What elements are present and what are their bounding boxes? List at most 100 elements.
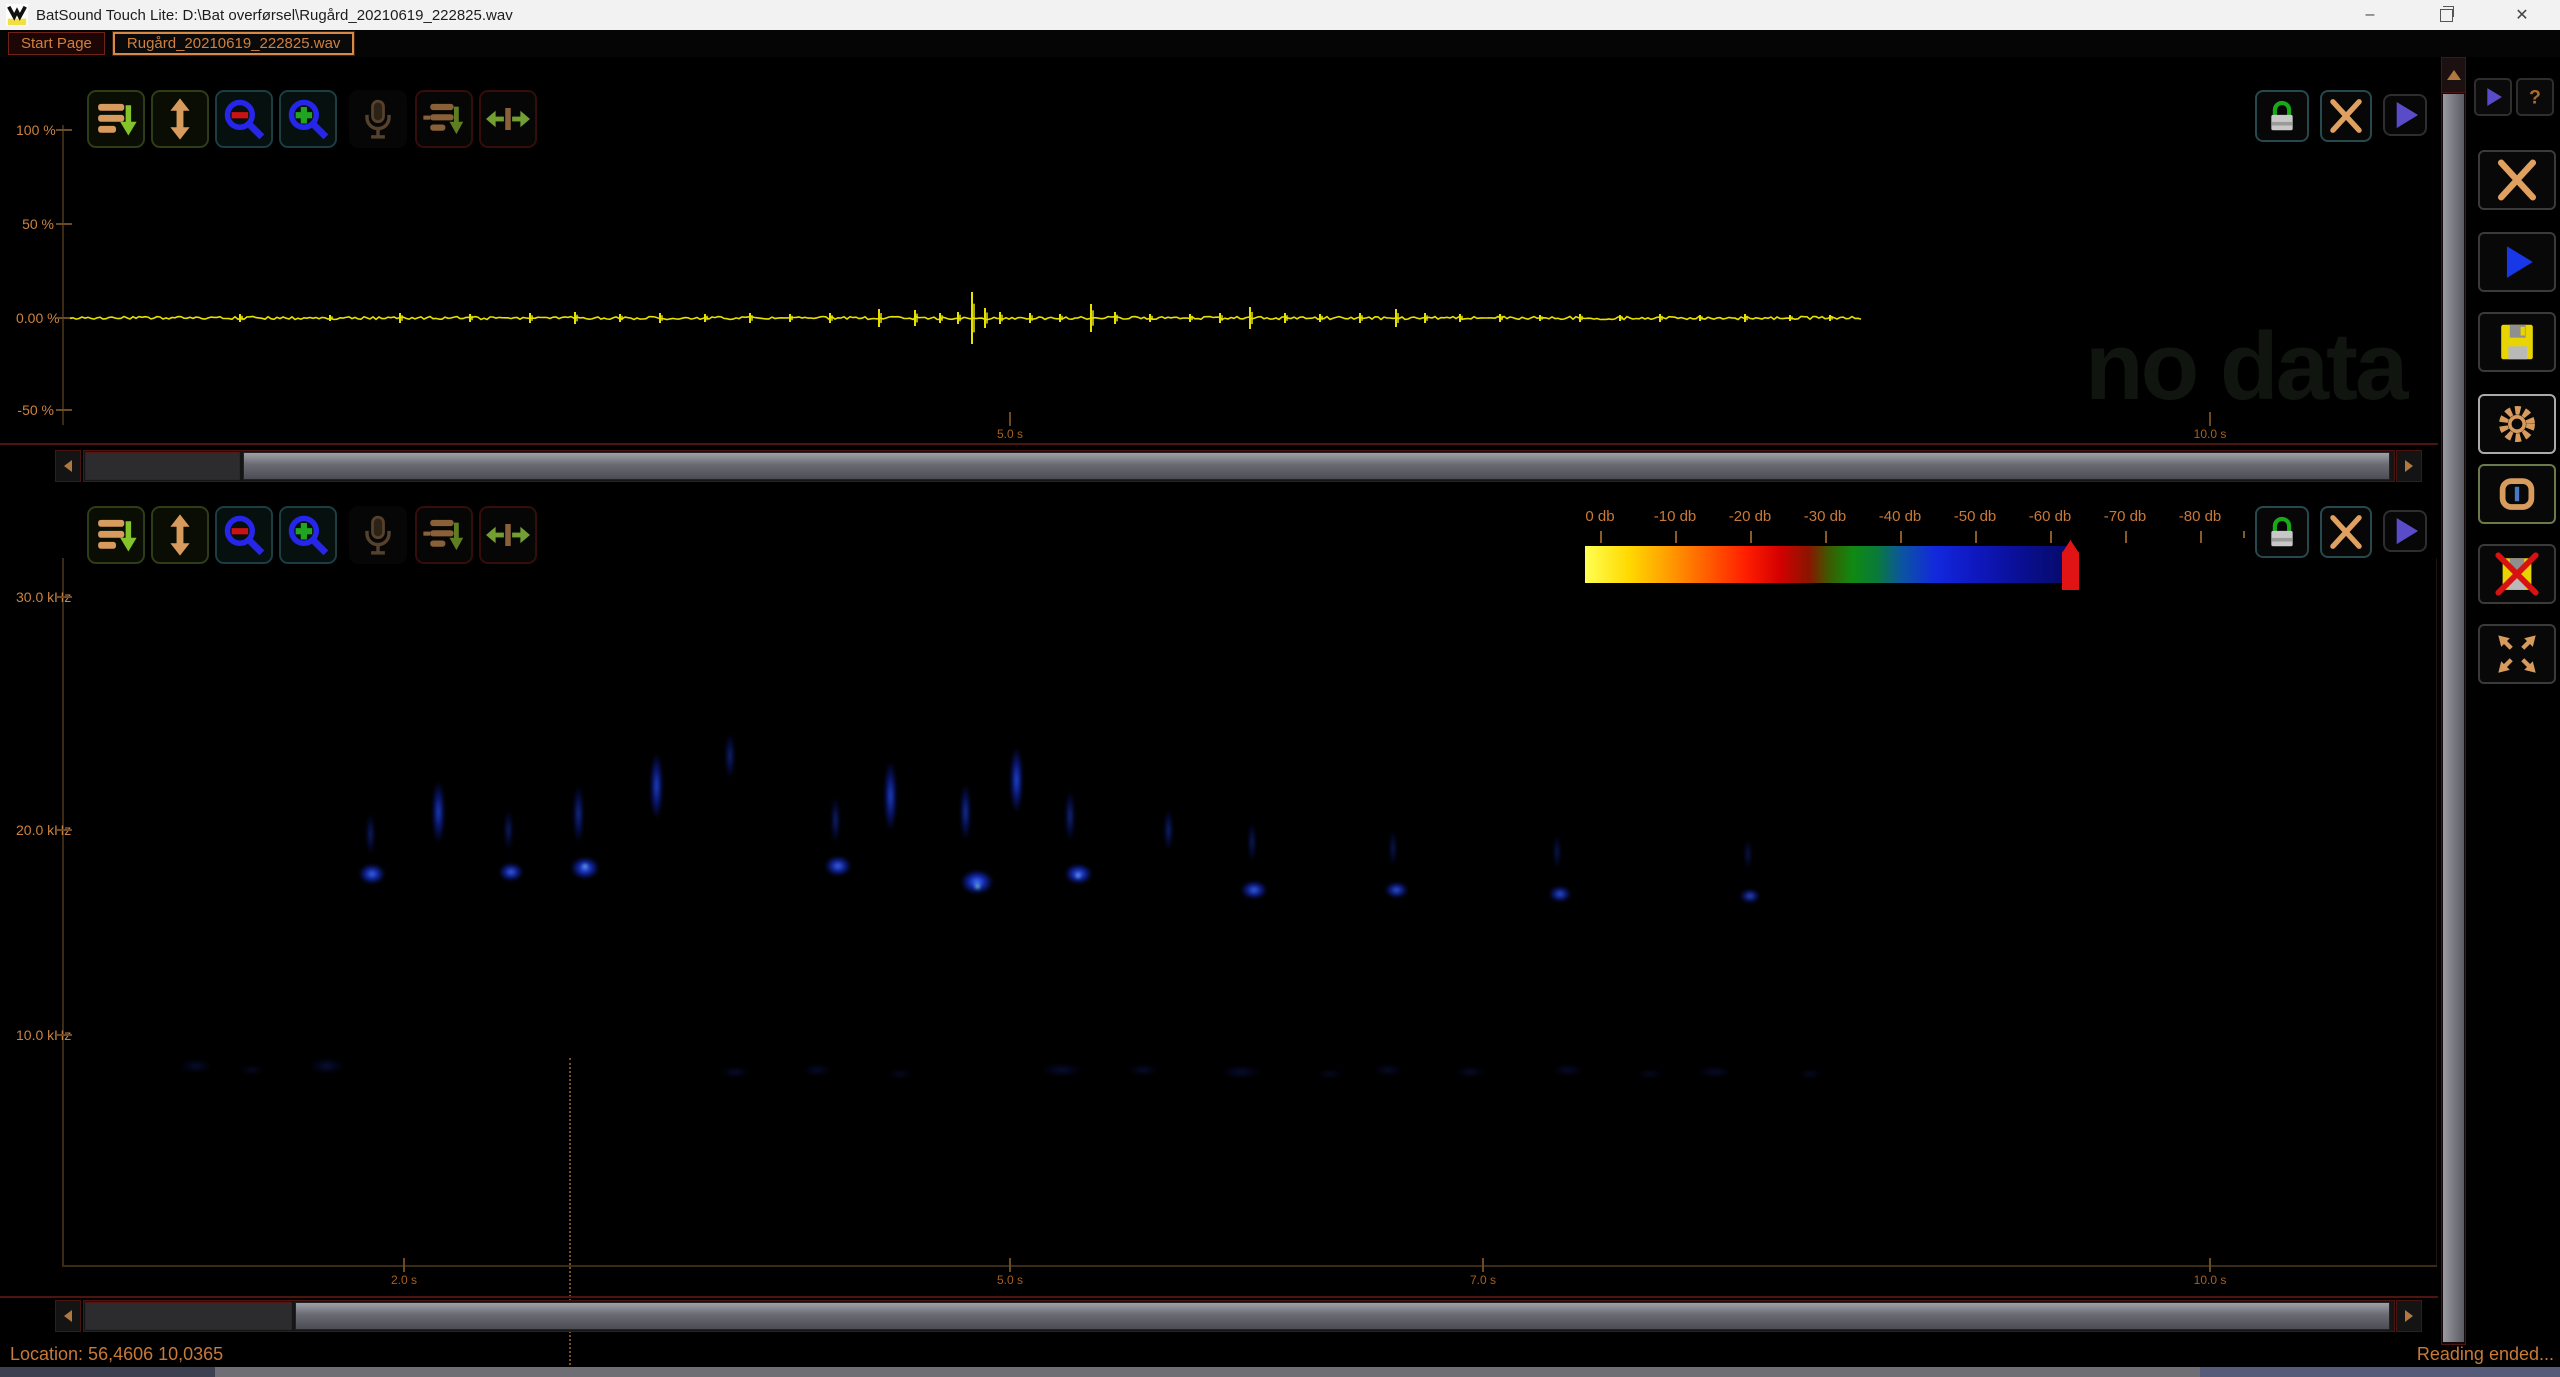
bat-call-blob: [1075, 873, 1081, 879]
close-x-icon: [2494, 157, 2540, 203]
lock-button[interactable]: [2255, 90, 2309, 142]
colorbar-gradient: [1585, 546, 2072, 583]
bat-call-blob: [650, 753, 663, 819]
close-x-button[interactable]: [2320, 90, 2372, 142]
y-axis-tick: [56, 829, 72, 831]
fit-selection-button[interactable]: [415, 506, 473, 564]
scrollbar-empty-region[interactable]: [85, 1302, 292, 1330]
fit-selection-icon: [422, 97, 466, 141]
scroll-left-button[interactable]: [55, 1300, 81, 1332]
close-x-button[interactable]: [2320, 506, 2372, 558]
scroll-left-button[interactable]: [55, 450, 81, 482]
x-axis-label: 2.0 s: [391, 1273, 417, 1287]
bat-call-blob: [974, 883, 981, 890]
sidebar-settings-gear-button[interactable]: [2478, 394, 2556, 454]
noise-blob: [1637, 1069, 1663, 1079]
close-x-icon: [2327, 513, 2365, 551]
play-purple-button[interactable]: [2474, 78, 2512, 116]
noise-blob: [720, 1066, 750, 1078]
zoom-in-button[interactable]: [279, 90, 337, 148]
bat-call-blob: [432, 781, 445, 843]
bat-call-blob: [1740, 889, 1760, 903]
sidebar-save-button[interactable]: [2478, 312, 2556, 372]
colorbar-db-label: -40 db: [1879, 508, 1922, 525]
bat-call-blob: [725, 733, 735, 779]
scroll-right-button[interactable]: [2396, 450, 2422, 482]
help-icon: ?: [2522, 84, 2548, 110]
fit-amplitude-icon: [94, 513, 138, 557]
sidebar-play-blue-button[interactable]: [2478, 232, 2556, 292]
play-purple-button[interactable]: [2383, 510, 2427, 552]
vertical-scrollbar-thumb[interactable]: [2443, 94, 2464, 1342]
scrollbar-empty-region[interactable]: [85, 452, 240, 480]
noise-blob: [887, 1069, 913, 1079]
pan-horizontal-icon: [486, 97, 530, 141]
y-axis-label: 10.0 kHz: [16, 1027, 54, 1043]
sidebar-expand-button[interactable]: [2478, 624, 2556, 684]
lock-button[interactable]: [2255, 506, 2309, 558]
bat-call-blob: [1065, 791, 1075, 841]
colorbar-tick: [1750, 531, 1752, 543]
bat-call-blob: [582, 863, 588, 869]
bat-call-blob: [1164, 809, 1173, 851]
microphone-button[interactable]: [349, 90, 407, 148]
sidebar-close-x-button[interactable]: [2478, 150, 2556, 210]
bat-call-blob: [504, 810, 513, 850]
fit-amplitude-button[interactable]: [87, 506, 145, 564]
microphone-icon: [356, 97, 400, 141]
fit-selection-button[interactable]: [415, 90, 473, 148]
bat-call-blob: [1389, 830, 1397, 866]
pan-horizontal-icon: [486, 513, 530, 557]
fit-amplitude-icon: [94, 97, 138, 141]
help-button[interactable]: ?: [2516, 78, 2554, 116]
colorbar-db-label: -70 db: [2104, 508, 2147, 525]
x-axis-label: 5.0 s: [997, 1273, 1023, 1287]
pan-horizontal-button[interactable]: [479, 506, 537, 564]
spectrogram-right-border: [2436, 558, 2437, 1265]
noise-blob: [1552, 1064, 1584, 1076]
play-blue-icon: [2494, 239, 2540, 285]
play-purple-icon: [2480, 84, 2506, 110]
colorbar-tick: [2243, 531, 2245, 538]
pan-horizontal-button[interactable]: [479, 90, 537, 148]
colorbar-tick: [1675, 531, 1677, 543]
bat-call-blob: [1549, 886, 1571, 902]
colorbar-tick: [1975, 531, 1977, 543]
right-arrow-icon: [2403, 1309, 2415, 1323]
colorbar-db-label: -10 db: [1654, 508, 1697, 525]
scrollbar-thumb[interactable]: [295, 1302, 2390, 1330]
bat-call-blob: [573, 785, 584, 843]
scroll-right-button[interactable]: [2396, 1300, 2422, 1332]
bat-call-blob: [1553, 835, 1561, 869]
vertical-zoom-button[interactable]: [151, 90, 209, 148]
sidebar-record-pause-button[interactable]: [2478, 464, 2556, 524]
svg-text:?: ?: [2529, 87, 2541, 109]
y-axis-tick: [56, 1034, 72, 1036]
right-arrow-icon: [2403, 459, 2415, 473]
sidebar-discard-save-button[interactable]: [2478, 544, 2556, 604]
y-axis-tick: [56, 596, 72, 598]
noise-blob: [1127, 1064, 1159, 1076]
scrollbar-thumb[interactable]: [243, 452, 2390, 480]
noise-blob: [180, 1059, 212, 1073]
colorbar-tick: [1900, 531, 1902, 543]
zoom-out-button[interactable]: [215, 90, 273, 148]
noise-blob: [802, 1064, 832, 1076]
zoom-in-button[interactable]: [279, 506, 337, 564]
microphone-button[interactable]: [349, 506, 407, 564]
x-axis-label: 10.0 s: [2194, 427, 2227, 441]
zoom-out-button[interactable]: [215, 506, 273, 564]
noise-blob: [1798, 1069, 1822, 1079]
colorbar-db-label: -30 db: [1804, 508, 1847, 525]
vertical-scrollbar[interactable]: [2441, 57, 2466, 1345]
noise-blob: [1373, 1064, 1403, 1076]
vertical-zoom-icon: [158, 97, 202, 141]
fit-amplitude-button[interactable]: [87, 90, 145, 148]
scroll-up-button[interactable]: [2442, 58, 2465, 93]
colorbar-tick: [1825, 531, 1827, 543]
play-purple-button[interactable]: [2383, 94, 2427, 136]
settings-gear-icon: [2494, 401, 2540, 447]
spectrogram-panel-divider: [0, 1296, 2438, 1298]
vertical-zoom-icon: [158, 513, 202, 557]
vertical-zoom-button[interactable]: [151, 506, 209, 564]
